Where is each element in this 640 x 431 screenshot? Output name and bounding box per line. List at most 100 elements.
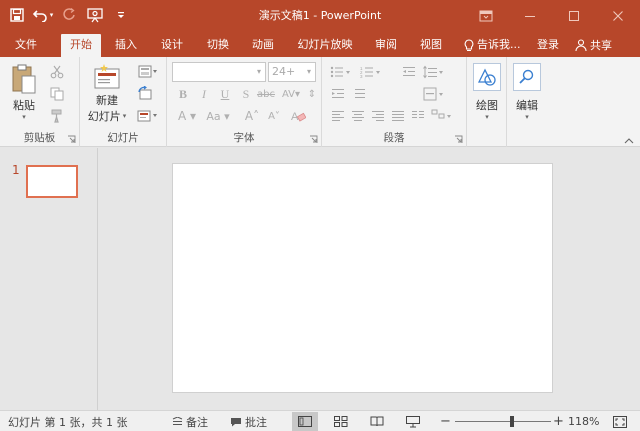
slide-show-icon[interactable] (400, 412, 426, 431)
ribbon-display-options-icon[interactable] (464, 0, 508, 31)
decrease-indent-icon[interactable] (398, 62, 420, 82)
fit-to-window-icon[interactable] (608, 412, 632, 431)
sign-in-link[interactable]: 登录 (537, 34, 559, 56)
align-left-icon[interactable] (327, 106, 349, 126)
zoom-slider-track[interactable] (455, 421, 551, 422)
share-button[interactable]: 共享 (571, 35, 616, 55)
notes-button[interactable]: 备注 (172, 413, 208, 430)
tab-file[interactable]: 文件 (4, 34, 48, 57)
slides-group-label: 幻灯片 (107, 132, 139, 144)
font-color-icon[interactable]: A ▾ (172, 106, 202, 126)
editing-group: 编辑 ▾ (507, 57, 547, 147)
tab-design[interactable]: 设计 (153, 34, 191, 57)
format-painter-icon[interactable] (46, 106, 68, 126)
tab-home[interactable]: 开始 (61, 34, 101, 57)
title-bar: ▾ 演示文稿1 - PowerPoint (0, 0, 640, 31)
tell-me-label: 告诉我... (477, 38, 521, 51)
font-size-value: 24+ (272, 65, 296, 78)
shapes-icon (477, 68, 496, 86)
close-icon[interactable] (596, 0, 640, 31)
reset-slide-icon[interactable] (134, 84, 156, 104)
font-size-dropdown-icon[interactable]: ▾ (303, 63, 315, 81)
tab-view[interactable]: 视图 (412, 34, 450, 57)
section-icon[interactable] (134, 106, 162, 126)
lightbulb-icon (464, 38, 474, 51)
slide-thumbnail[interactable] (26, 165, 78, 198)
slide-sorter-icon[interactable] (328, 412, 354, 431)
drawing-button[interactable]: 绘图 ▾ (470, 63, 504, 121)
drawing-label: 绘图 (476, 99, 498, 112)
tell-me-box[interactable]: 告诉我... (464, 34, 521, 56)
shadow-icon[interactable]: S (235, 84, 257, 104)
svg-text:3: 3 (360, 74, 363, 79)
new-slide-icon (94, 64, 120, 89)
slides-group: 新建 幻灯片 ▾ 幻灯片 (80, 57, 167, 147)
new-slide-label-2: 幻灯片 (87, 110, 121, 123)
bold-icon[interactable]: B (172, 84, 194, 104)
drawing-group: 绘图 ▾ (467, 57, 507, 147)
paragraph-launcher-icon[interactable] (454, 135, 463, 144)
zoom-level[interactable]: 118% (568, 413, 599, 430)
tab-animations[interactable]: 动画 (244, 34, 282, 57)
increase-indent-icon[interactable] (327, 84, 349, 104)
tab-transitions[interactable]: 切换 (199, 34, 237, 57)
editing-button[interactable]: 编辑 ▾ (510, 63, 544, 121)
person-icon (575, 39, 587, 51)
tab-insert[interactable]: 插入 (107, 34, 145, 57)
notes-label: 备注 (186, 415, 208, 429)
collapse-ribbon-icon[interactable] (624, 135, 634, 144)
justify-icon[interactable] (387, 106, 409, 126)
align-right-icon[interactable] (367, 106, 389, 126)
character-spacing-icon[interactable]: AV▾ (279, 84, 303, 104)
columns-icon[interactable] (407, 106, 429, 126)
bullets-icon[interactable] (327, 62, 355, 82)
zoom-slider-thumb[interactable] (509, 416, 514, 427)
tab-review[interactable]: 审阅 (367, 34, 405, 57)
font-name-box[interactable]: ▾ (172, 62, 266, 82)
ribbon-tabs: 文件 开始 插入 设计 切换 动画 幻灯片放映 审阅 视图 告诉我... 登录 … (0, 31, 640, 57)
clear-formatting-icon[interactable]: A (287, 106, 309, 126)
zoom-out-icon[interactable]: − (440, 413, 451, 430)
comments-button[interactable]: 批注 (230, 413, 267, 430)
minimize-icon[interactable] (508, 0, 552, 31)
smartart-icon[interactable] (428, 106, 456, 126)
editing-label: 编辑 (516, 99, 538, 112)
cut-icon[interactable] (46, 62, 68, 82)
comments-label: 批注 (245, 415, 267, 429)
normal-view-icon[interactable] (292, 412, 318, 431)
zoom-in-icon[interactable]: + (553, 413, 564, 430)
paste-button[interactable]: 粘贴 ▾ (6, 63, 42, 121)
clipboard-group: 粘贴 ▾ 剪贴板 (0, 57, 80, 147)
change-case-icon[interactable]: Aa ▾ (203, 106, 233, 126)
copy-icon[interactable] (46, 84, 68, 104)
layout-icon[interactable] (134, 62, 162, 82)
window-controls (464, 0, 640, 31)
find-icon (519, 69, 534, 84)
slide-canvas[interactable] (172, 163, 553, 393)
italic-icon[interactable]: I (193, 84, 215, 104)
font-group-more-icon[interactable]: ⇕ (305, 84, 319, 104)
new-slide-button[interactable]: 新建 幻灯片 ▾ (84, 63, 130, 124)
numbering-icon[interactable]: 123 (357, 62, 385, 82)
font-group: ▾ 24+ ▾ B I U S abc AV▾ ⇕ A ▾ Aa ▾ A˄ A˅… (167, 57, 322, 147)
comment-icon (231, 417, 241, 426)
paste-icon (12, 64, 36, 94)
decrease-font-size-icon[interactable]: A˅ (263, 106, 285, 126)
font-name-dropdown-icon[interactable]: ▾ (253, 63, 265, 81)
clipboard-launcher-icon[interactable] (67, 135, 76, 144)
share-label: 共享 (590, 39, 612, 52)
font-launcher-icon[interactable] (309, 135, 318, 144)
tab-slide-show[interactable]: 幻灯片放映 (292, 34, 358, 57)
status-bar: 幻灯片 第 1 张，共 1 张 备注 批注 − + 118% (0, 410, 640, 431)
strikethrough-icon[interactable]: abc (255, 84, 277, 104)
underline-icon[interactable]: U (214, 84, 236, 104)
text-direction-icon[interactable] (349, 84, 371, 104)
restore-icon[interactable] (552, 0, 596, 31)
increase-font-size-icon[interactable]: A˄ (241, 106, 263, 126)
font-size-box[interactable]: 24+ ▾ (268, 62, 316, 82)
line-spacing-icon[interactable] (420, 62, 448, 82)
align-center-icon[interactable] (347, 106, 369, 126)
reading-view-icon[interactable] (364, 412, 390, 431)
new-slide-label-1: 新建 (96, 94, 118, 107)
align-text-icon[interactable] (420, 84, 448, 104)
